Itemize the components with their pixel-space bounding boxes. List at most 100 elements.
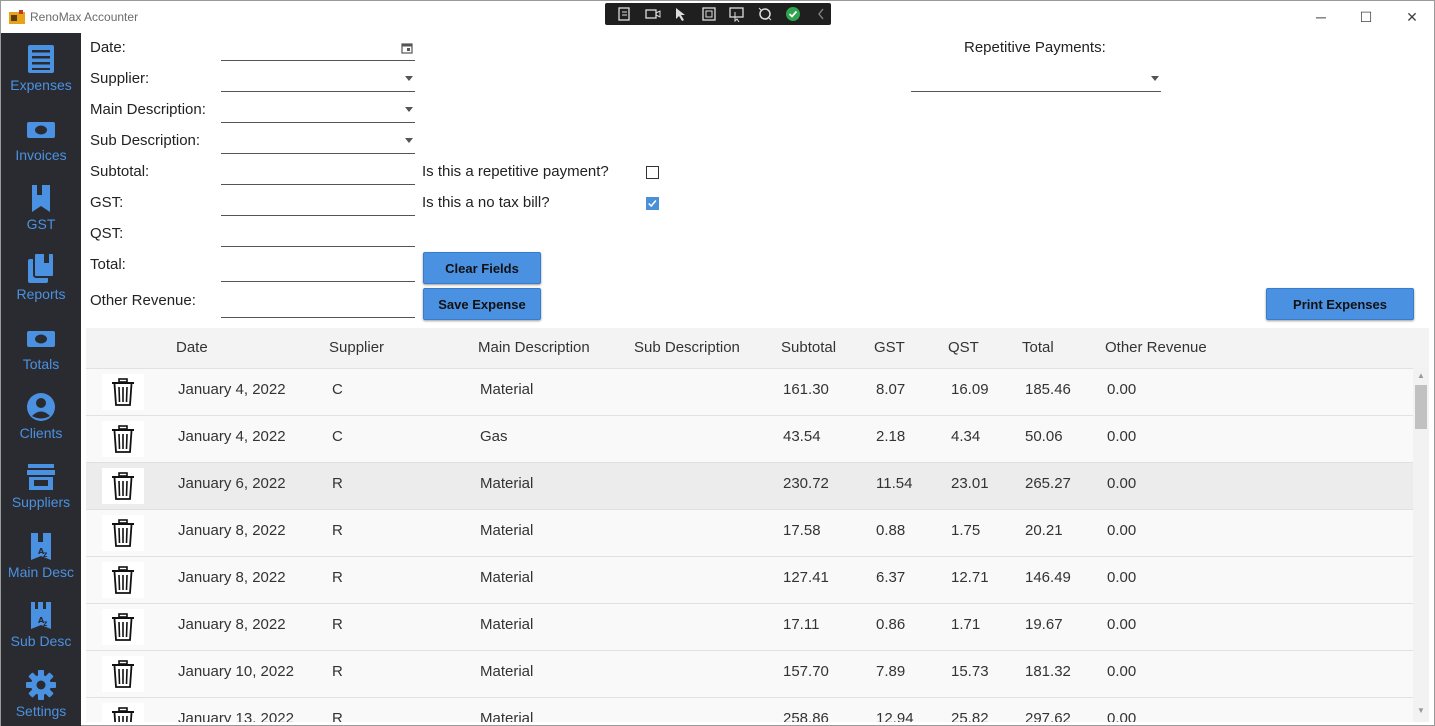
delete-row-button[interactable] [102, 656, 144, 692]
table-row[interactable]: January 10, 2022 R Material 157.70 7.89 15.73… [86, 650, 1413, 697]
other-revenue-label: Other Revenue: [90, 292, 196, 309]
delete-row-button[interactable] [102, 468, 144, 504]
delete-row-button[interactable] [102, 374, 144, 410]
sidebar-item-settings[interactable]: Settings [1, 663, 81, 726]
column-header-date[interactable]: Date [176, 339, 208, 356]
repetitive-payment-question: Is this a repetitive payment? [422, 163, 609, 180]
cell-supplier: C [332, 381, 343, 398]
display-layout-icon[interactable] [699, 5, 719, 23]
column-header-subtotal[interactable]: Subtotal [781, 339, 836, 356]
total-label: Total: [90, 256, 126, 273]
subtotal-label: Subtotal: [90, 163, 150, 180]
cell-main-description: Material [480, 710, 534, 722]
delete-row-button[interactable] [102, 515, 144, 551]
money-icon [27, 331, 55, 347]
repetitive-payment-checkbox[interactable] [646, 166, 659, 179]
sub-description-dropdown[interactable] [221, 126, 415, 154]
column-header-supplier[interactable]: Supplier [329, 339, 384, 356]
table-row[interactable]: January 6, 2022 R Material 230.72 11.54 23.01… [86, 462, 1413, 509]
checkmark-icon [648, 200, 657, 208]
cell-gst: 7.89 [876, 663, 906, 680]
sidebar-item-invoices[interactable]: Invoices [1, 107, 81, 175]
delete-row-button[interactable] [102, 562, 144, 598]
check-status-icon[interactable] [783, 5, 803, 23]
table-row[interactable]: January 8, 2022 R Material 17.11 0.86 1.71 19.… [86, 603, 1413, 650]
cell-supplier: R [332, 663, 343, 680]
qst-field[interactable] [221, 219, 415, 247]
cell-supplier: R [332, 569, 343, 586]
svg-text:Z: Z [43, 552, 48, 559]
other-revenue-field[interactable] [221, 290, 415, 318]
scrollbar-thumb[interactable] [1415, 385, 1427, 429]
column-header-sub-description[interactable]: Sub Description [634, 339, 740, 356]
subtotal-field[interactable] [221, 157, 415, 185]
sidebar-item-sub-desc[interactable]: AZ Sub Desc [1, 593, 81, 661]
main-description-dropdown[interactable] [221, 95, 415, 123]
cell-other-revenue: 0.00 [1107, 475, 1137, 492]
sidebar-item-gst[interactable]: GST [1, 176, 81, 244]
hot-reload-icon[interactable] [755, 5, 775, 23]
calendar-icon[interactable] [401, 42, 413, 54]
delete-row-button[interactable] [102, 703, 144, 722]
chevron-down-icon [1151, 76, 1159, 81]
cell-qst: 15.73 [951, 663, 989, 680]
sidebar-item-label: Expenses [10, 77, 72, 93]
cell-total: 50.06 [1025, 428, 1063, 445]
sidebar-item-expenses[interactable]: Expenses [1, 37, 81, 105]
gst-field[interactable] [221, 188, 415, 216]
repetitive-payments-label: Repetitive Payments: [964, 39, 1106, 56]
delete-row-button[interactable] [102, 421, 144, 457]
column-header-qst[interactable]: QST [948, 339, 979, 356]
table-row[interactable]: January 13, 2022 R Material 258.86 12.94 25.8… [86, 697, 1413, 722]
cell-other-revenue: 0.00 [1107, 428, 1137, 445]
main-description-label: Main Description: [90, 101, 206, 118]
maximize-button[interactable]: ☐ [1343, 1, 1389, 33]
close-button[interactable]: ✕ [1389, 1, 1435, 33]
column-header-gst[interactable]: GST [874, 339, 905, 356]
column-header-total[interactable]: Total [1022, 339, 1054, 356]
cell-main-description: Material [480, 475, 534, 492]
column-header-main-description[interactable]: Main Description [478, 339, 590, 356]
column-header-other-revenue[interactable]: Other Revenue [1105, 339, 1207, 356]
track-focus-icon[interactable] [727, 5, 747, 23]
save-expense-button[interactable]: Save Expense [423, 288, 541, 320]
cell-gst: 12.94 [876, 710, 914, 722]
money-icon [27, 122, 55, 138]
supplier-dropdown[interactable] [221, 64, 415, 92]
cell-date: January 8, 2022 [178, 569, 286, 586]
print-expenses-button[interactable]: Print Expenses [1266, 288, 1414, 320]
total-field[interactable] [221, 254, 415, 282]
collapse-toolbar-icon[interactable] [811, 5, 831, 23]
table-scrollbar[interactable]: ▲ ▼ [1413, 368, 1429, 722]
live-tree-icon[interactable] [615, 5, 635, 23]
repetitive-payments-dropdown[interactable] [911, 64, 1161, 92]
sidebar-item-suppliers[interactable]: Suppliers [1, 454, 81, 522]
sub-description-label: Sub Description: [90, 132, 201, 149]
select-element-icon[interactable] [671, 5, 691, 23]
no-tax-checkbox[interactable] [646, 197, 659, 210]
no-tax-question: Is this a no tax bill? [422, 194, 550, 211]
trash-icon [112, 566, 134, 594]
delete-row-button[interactable] [102, 609, 144, 645]
sidebar-item-clients[interactable]: Clients [1, 385, 81, 453]
gst-label: GST: [90, 194, 124, 211]
clear-fields-button[interactable]: Clear Fields [423, 252, 541, 284]
sidebar-item-reports[interactable]: Reports [1, 246, 81, 314]
sidebar-item-main-desc[interactable]: AZ Main Desc [1, 524, 81, 592]
table-row[interactable]: January 4, 2022 C Material 161.30 8.07 16.09 1… [86, 368, 1413, 415]
cell-total: 297.62 [1025, 710, 1071, 722]
store-icon [27, 464, 55, 490]
date-picker[interactable] [221, 33, 415, 61]
debug-toolbar [605, 3, 831, 25]
scroll-down-icon[interactable]: ▼ [1417, 706, 1425, 715]
table-row[interactable]: January 8, 2022 R Material 17.58 0.88 1.75 20.… [86, 509, 1413, 556]
cell-total: 185.46 [1025, 381, 1071, 398]
cell-qst: 16.09 [951, 381, 989, 398]
sidebar-item-totals[interactable]: Totals [1, 316, 81, 384]
minimize-button[interactable]: ─ [1298, 1, 1344, 33]
table-row[interactable]: January 8, 2022 R Material 127.41 6.37 12.71 1… [86, 556, 1413, 603]
video-icon[interactable] [643, 5, 663, 23]
table-row[interactable]: January 4, 2022 C Gas 43.54 2.18 4.34 50.06 0.0… [86, 415, 1413, 462]
cell-total: 265.27 [1025, 475, 1071, 492]
scroll-up-icon[interactable]: ▲ [1417, 371, 1425, 380]
